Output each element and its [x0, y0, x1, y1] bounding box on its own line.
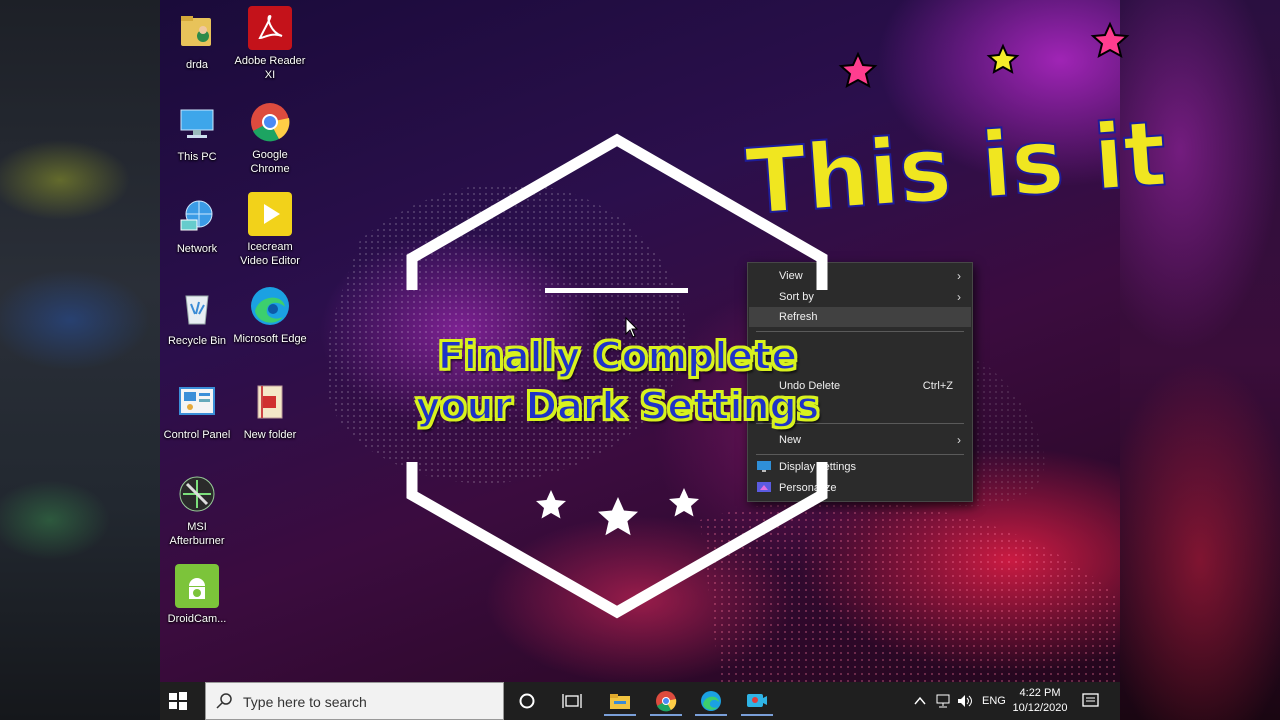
active-indicator	[695, 714, 727, 716]
taskbar-search-box[interactable]: Type here to search	[205, 682, 504, 720]
icon-label: Control Panel	[163, 429, 231, 441]
headline-line-2: your Dark Settings	[415, 383, 821, 429]
droidcam-icon	[175, 564, 219, 608]
menu-item-shortcut: Ctrl+Z	[922, 380, 953, 392]
menu-item-new[interactable]: New ›	[749, 430, 971, 450]
taskbar-chrome[interactable]	[646, 686, 686, 716]
search-icon	[216, 693, 232, 709]
search-placeholder: Type here to search	[243, 694, 367, 710]
desktop-context-menu: View › Sort by › Refresh Undo Delete Ctr…	[747, 262, 973, 502]
desktop-icon-droidcam[interactable]: DroidCam...	[160, 564, 234, 626]
task-view-button[interactable]	[552, 686, 592, 716]
menu-item-view[interactable]: View ›	[749, 266, 971, 286]
clock-date: 10/12/2020	[1012, 702, 1068, 714]
adobe-reader-icon	[248, 6, 292, 50]
windows-logo-icon	[169, 692, 187, 710]
taskbar-file-explorer[interactable]	[600, 686, 640, 716]
chevron-right-icon: ›	[957, 433, 961, 447]
menu-item-sort-by[interactable]: Sort by ›	[749, 287, 971, 307]
clock-time: 4:22 PM	[1019, 687, 1061, 699]
menu-separator	[756, 331, 964, 332]
blurred-right-border	[1120, 0, 1280, 720]
control-panel-icon	[175, 380, 219, 424]
menu-item-refresh[interactable]: Refresh	[749, 307, 971, 327]
personalize-icon	[757, 482, 771, 492]
icecream-icon	[248, 192, 292, 236]
cortana-button[interactable]	[507, 686, 547, 716]
desktop-icon-control-panel[interactable]: Control Panel	[160, 380, 234, 442]
menu-item-label: New	[779, 434, 802, 446]
icon-label: Google Chrome	[250, 149, 290, 175]
desktop-icon-recycle-bin[interactable]: Recycle Bin	[160, 286, 234, 348]
icon-label: DroidCam...	[167, 613, 227, 625]
active-indicator	[741, 714, 773, 716]
chevron-right-icon: ›	[957, 269, 961, 283]
monitor-icon	[175, 102, 219, 146]
active-indicator	[650, 714, 682, 716]
afterburner-icon	[175, 472, 219, 516]
icon-label: Network	[176, 243, 218, 255]
blurred-left-border	[0, 0, 160, 720]
language-indicator[interactable]: ENG	[982, 695, 1006, 707]
system-tray: ENG 4:22 PM 10/12/2020	[910, 682, 1120, 720]
menu-item-label: Display settings	[779, 461, 857, 473]
desktop-icon-adobe-reader[interactable]: Adobe Reader XI	[233, 6, 307, 82]
icon-label: This PC	[177, 151, 217, 163]
taskbar-clock[interactable]: 4:22 PM 10/12/2020	[1007, 686, 1073, 716]
taskbar-edge[interactable]	[691, 686, 731, 716]
desktop-icon-new-folder[interactable]: New folder	[233, 380, 307, 442]
desktop-icon-network[interactable]: Network	[160, 194, 234, 256]
icon-label: drda	[185, 59, 209, 71]
folder-pdf-icon	[248, 380, 292, 424]
menu-item-label: Sort by	[779, 291, 814, 303]
icon-label: Icecream Video Editor	[240, 241, 300, 267]
screen-recorder-icon	[747, 694, 767, 707]
taskbar: Type here to search ENG 4:22 PM 10/12/20…	[160, 682, 1120, 720]
menu-item-display-settings[interactable]: Display settings	[749, 457, 971, 477]
cortana-circle-icon	[519, 693, 535, 709]
file-explorer-icon	[610, 694, 630, 709]
edge-icon	[248, 284, 292, 328]
icon-label: MSI Afterburner	[169, 521, 225, 547]
edge-icon	[701, 691, 721, 711]
user-folder-icon	[175, 10, 219, 54]
menu-item-personalize[interactable]: Personalize	[749, 478, 971, 498]
icon-label: New folder	[243, 429, 297, 441]
chevron-right-icon: ›	[957, 290, 961, 304]
headline-line-1: Finally Complete	[437, 333, 798, 379]
icon-label: Microsoft Edge	[233, 333, 307, 345]
desktop-icon-icecream-video-editor[interactable]: Icecream Video Editor	[233, 192, 307, 268]
menu-item-label: Personalize	[779, 482, 837, 494]
desktop-icon-msi-afterburner[interactable]: MSI Afterburner	[160, 472, 234, 548]
desktop-icon-google-chrome[interactable]: Google Chrome	[233, 100, 307, 176]
desktop-icon-drda[interactable]: drda	[160, 10, 234, 72]
chrome-icon	[656, 691, 677, 712]
menu-item-label: Refresh	[779, 311, 818, 323]
menu-separator	[756, 454, 964, 455]
recycle-bin-icon	[175, 286, 219, 330]
desktop-icon-microsoft-edge[interactable]: Microsoft Edge	[233, 284, 307, 346]
display-icon	[757, 461, 771, 472]
desktop-icon-this-pc[interactable]: This PC	[160, 102, 234, 164]
volume-icon[interactable]	[957, 694, 973, 708]
notification-center-icon[interactable]	[1082, 693, 1100, 709]
network-tray-icon[interactable]	[935, 694, 951, 708]
active-indicator	[604, 714, 636, 716]
start-button[interactable]	[168, 691, 188, 711]
icon-label: Recycle Bin	[167, 335, 227, 347]
chrome-icon	[248, 100, 292, 144]
icon-label: Adobe Reader XI	[234, 55, 306, 81]
taskbar-icecream-recorder[interactable]	[737, 686, 777, 716]
chevron-up-icon[interactable]	[914, 696, 926, 706]
network-globe-icon	[175, 194, 219, 238]
menu-item-label: View	[779, 270, 803, 282]
task-view-icon	[562, 694, 582, 708]
